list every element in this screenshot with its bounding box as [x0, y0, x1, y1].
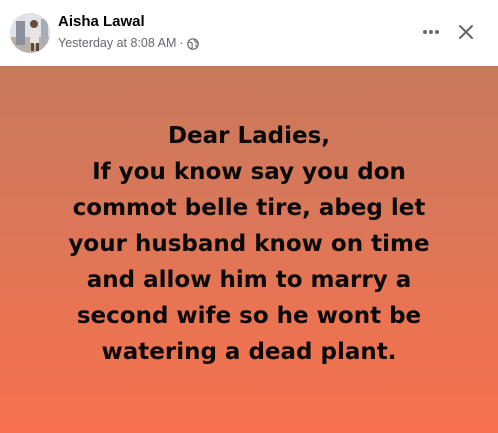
avatar-photo	[10, 13, 50, 53]
meta-separator: ·	[179, 36, 184, 50]
post-text: Dear Ladies, If you know say you don com…	[68, 123, 430, 365]
post-header: Aisha Lawal Yesterday at 8:08 AM ·	[0, 0, 498, 66]
more-options-button[interactable]	[416, 20, 446, 44]
more-dots-icon	[423, 30, 439, 34]
globe-icon	[186, 37, 199, 50]
close-icon	[459, 25, 473, 39]
post-timestamp[interactable]: Yesterday at 8:08 AM	[58, 35, 176, 51]
author-name[interactable]: Aisha Lawal	[58, 13, 145, 31]
post-card: Aisha Lawal Yesterday at 8:08 AM · Dear …	[0, 0, 498, 433]
close-button[interactable]	[452, 18, 480, 46]
avatar[interactable]	[10, 13, 50, 53]
post-meta: Yesterday at 8:08 AM ·	[58, 35, 199, 51]
